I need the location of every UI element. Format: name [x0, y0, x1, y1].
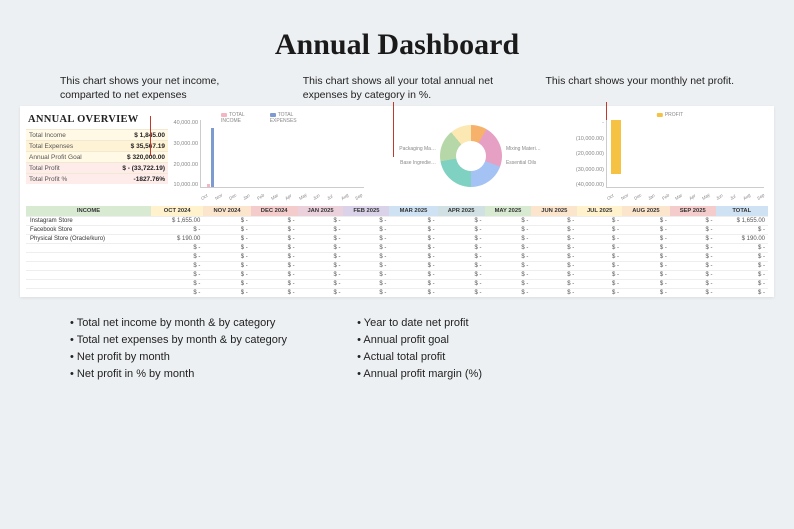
table-row: $ -$ -$ -$ -$ -$ -$ -$ -$ -$ -$ -$ -$ -	[26, 271, 768, 280]
bullet-item: Annual profit margin (%)	[357, 366, 482, 383]
plot-area	[606, 120, 764, 188]
overview-row: Total Income$ 1,845.00	[26, 129, 168, 140]
bullet-item: Net profit in % by month	[70, 366, 287, 383]
y-axis: 40,000.00 30,000.00 20,000.00 10,000.00	[172, 120, 198, 188]
bullet-item: Total net income by month & by category	[70, 315, 287, 332]
month-header: FEB 2025	[343, 206, 389, 217]
annotation-left: This chart shows your net income, compar…	[60, 74, 260, 102]
bullet-item: Total net expenses by month & by categor…	[70, 332, 287, 349]
overview-row: Annual Profit Goal$ 320,000.00	[26, 151, 168, 162]
monthly-profit-chart: PROFIT - (10,000.00) (20,000.00) (30,000…	[572, 112, 768, 200]
chart-annotations: This chart shows your net income, compar…	[0, 74, 794, 102]
table-row: Instagram Store$ 1,655.00$ -$ -$ -$ -$ -…	[26, 217, 768, 226]
income-table: INCOMEOCT 2024NOV 2024DEC 2024JAN 2025FE…	[26, 206, 768, 297]
month-header: MAR 2025	[389, 206, 437, 217]
spreadsheet-panel: ANNUAL OVERVIEW Total Income$ 1,845.00To…	[20, 106, 774, 297]
bullet-list-right: Year to date net profitAnnual profit goa…	[357, 315, 482, 383]
table-row: $ -$ -$ -$ -$ -$ -$ -$ -$ -$ -$ -$ -$ -	[26, 280, 768, 289]
month-header: JUN 2025	[531, 206, 577, 217]
table-row: $ -$ -$ -$ -$ -$ -$ -$ -$ -$ -$ -$ -$ -	[26, 253, 768, 262]
table-row: Facebook Store$ -$ -$ -$ -$ -$ -$ -$ -$ …	[26, 226, 768, 235]
annotation-right: This chart shows your monthly net profit…	[546, 74, 735, 102]
month-header: OCT 2024	[151, 206, 203, 217]
table-row: $ -$ -$ -$ -$ -$ -$ -$ -$ -$ -$ -$ -$ -	[26, 244, 768, 253]
overview-heading: ANNUAL OVERVIEW	[26, 112, 168, 129]
x-axis: OctNovDecJanFebMarAprMayJunJulAugSep	[200, 197, 364, 202]
month-header: JAN 2025	[298, 206, 344, 217]
bullet-item: Actual total profit	[357, 349, 482, 366]
plot-area	[200, 120, 364, 188]
income-vs-expenses-chart: TOTAL INCOME TOTAL EXPENSES 40,000.00 30…	[172, 112, 368, 200]
month-header: AUG 2025	[622, 206, 670, 217]
bullet-item: Annual profit goal	[357, 332, 482, 349]
annual-overview-card: ANNUAL OVERVIEW Total Income$ 1,845.00To…	[26, 112, 168, 184]
income-header: INCOME	[26, 206, 151, 217]
bullet-item: Net profit by month	[70, 349, 287, 366]
bullet-item: Year to date net profit	[357, 315, 482, 332]
month-header: DEC 2024	[251, 206, 298, 217]
total-header: TOTAL	[716, 206, 768, 217]
swatch-icon	[270, 113, 276, 117]
swatch-icon	[221, 113, 227, 117]
annotation-left-text: This chart shows your net income, compar…	[60, 75, 219, 101]
donut-right-labels: Mixing Materi… Essential Oils	[506, 146, 541, 166]
feature-bullets: Total net income by month & by categoryT…	[0, 297, 794, 383]
month-header: JUL 2025	[577, 206, 622, 217]
legend-label: PROFIT	[665, 112, 683, 118]
overview-row: Total Profit$ - (33,722.19)	[26, 162, 168, 173]
month-header: SEP 2025	[670, 206, 716, 217]
chart-legend: PROFIT	[657, 112, 683, 118]
month-header: MAY 2025	[485, 206, 532, 217]
bullet-list-left: Total net income by month & by categoryT…	[70, 315, 287, 383]
page-title: Annual Dashboard	[0, 0, 794, 74]
swatch-icon	[657, 113, 663, 117]
x-axis: OctNovDecJanFebMarAprMayJunJulAugSep	[606, 197, 764, 202]
month-header: NOV 2024	[203, 206, 250, 217]
table-row: Physical Store (Oracle/kuro)$ 190.00$ -$…	[26, 235, 768, 244]
table-row: $ -$ -$ -$ -$ -$ -$ -$ -$ -$ -$ -$ -$ -	[26, 289, 768, 298]
annotation-middle: This chart shows all your total annual n…	[303, 74, 503, 102]
y-axis: - (10,000.00) (20,000.00) (30,000.00) (4…	[572, 120, 604, 188]
leader-line-icon	[150, 116, 151, 156]
overview-row: Total Profit %-1827.76%	[26, 173, 168, 184]
table-row: $ -$ -$ -$ -$ -$ -$ -$ -$ -$ -$ -$ -$ -	[26, 262, 768, 271]
donut-icon	[440, 125, 502, 187]
annotation-middle-text: This chart shows all your total annual n…	[303, 75, 493, 101]
expenses-by-category-chart: Packaging Ma… Base Ingredie… Mixing Mate…	[372, 112, 568, 200]
month-header: APR 2025	[438, 206, 485, 217]
donut-left-labels: Packaging Ma… Base Ingredie…	[399, 146, 436, 166]
annotation-right-text: This chart shows your monthly net profit…	[546, 75, 735, 87]
overview-row: Total Expenses$ 35,567.19	[26, 140, 168, 151]
